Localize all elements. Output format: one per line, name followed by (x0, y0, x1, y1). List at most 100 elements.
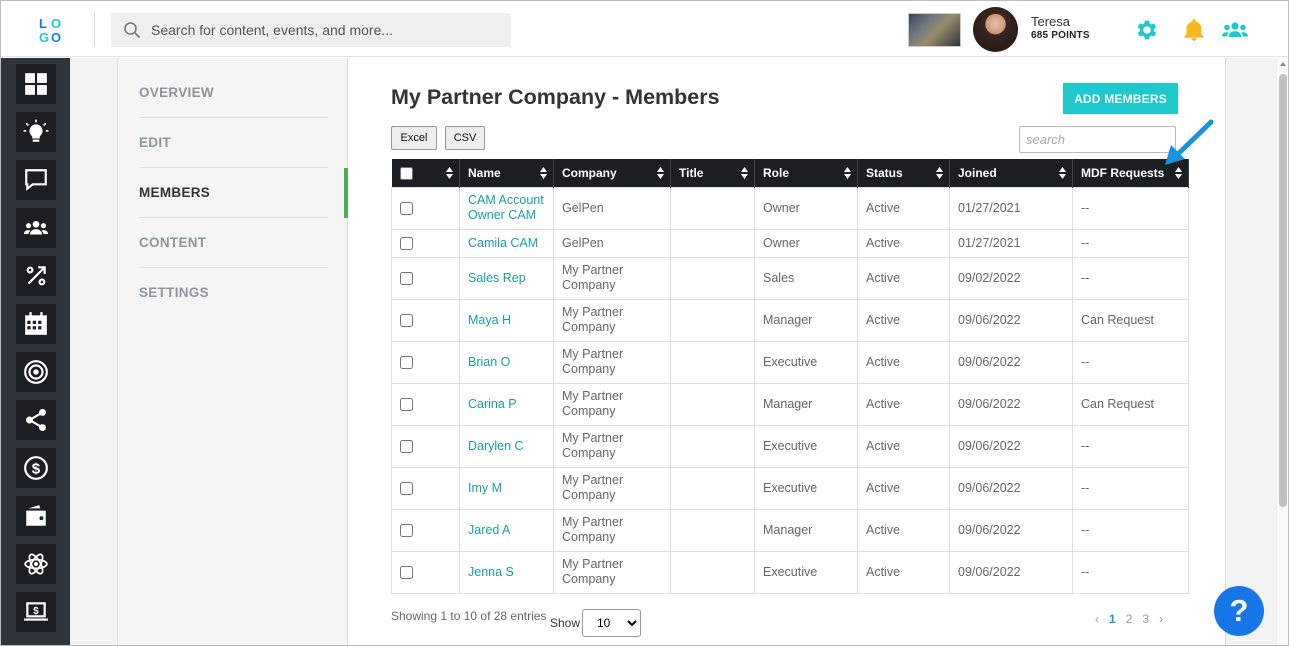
nav-messages[interactable] (16, 160, 56, 200)
subnav-settings[interactable]: SETTINGS (139, 267, 328, 317)
subnav-content[interactable]: CONTENT (139, 218, 328, 268)
row-checkbox[interactable] (400, 481, 413, 495)
sort-icon[interactable] (1175, 167, 1182, 179)
global-search[interactable] (111, 13, 511, 47)
avatar[interactable] (973, 7, 1018, 52)
member-name-link[interactable]: Darylen C (468, 439, 524, 453)
page-size-select[interactable]: 10 (582, 609, 641, 637)
sort-icon[interactable] (446, 167, 453, 179)
sort-icon[interactable] (741, 167, 748, 179)
member-name-link[interactable]: Brian O (468, 355, 510, 369)
cell-cb (391, 298, 460, 342)
member-name-link[interactable]: Carina P (468, 397, 517, 411)
column-company[interactable]: Company (553, 159, 671, 187)
cell-title (670, 256, 755, 300)
user-name[interactable]: Teresa (1031, 14, 1070, 29)
column-status[interactable]: Status (857, 159, 950, 187)
row-checkbox[interactable] (400, 355, 413, 369)
nav-calendar[interactable] (16, 304, 56, 344)
page-3-button[interactable]: 3 (1142, 612, 1149, 626)
export-csv-button[interactable]: CSV (445, 126, 485, 150)
table-row[interactable]: Darylen C My Partner Company Executive Acti… (391, 424, 1189, 468)
nav-partners[interactable] (16, 208, 56, 248)
cell-name: Sales Rep (459, 256, 554, 300)
member-name-link[interactable]: Imy M (468, 481, 502, 495)
table-row[interactable]: Sales Rep My Partner Company Sales Active 09… (391, 256, 1189, 300)
page-2-button[interactable]: 2 (1126, 612, 1133, 626)
users-icon[interactable] (1221, 17, 1249, 43)
subnav-edit[interactable]: EDIT (139, 118, 328, 168)
member-company: My Partner Company (562, 263, 624, 292)
nav-share[interactable] (16, 400, 56, 440)
page-1-button[interactable]: 1 (1109, 612, 1116, 626)
row-checkbox[interactable] (400, 313, 413, 327)
member-name-link[interactable]: Sales Rep (468, 271, 526, 285)
sort-icon[interactable] (540, 167, 547, 179)
lightbulb-icon (23, 119, 49, 142)
nav-integrations[interactable] (16, 544, 56, 584)
bell-icon[interactable] (1181, 17, 1207, 43)
column-name[interactable]: Name (459, 159, 554, 187)
nav-incentives[interactable] (16, 256, 56, 296)
sort-icon[interactable] (657, 167, 664, 179)
sort-icon[interactable] (936, 167, 943, 179)
sort-icon[interactable] (844, 167, 851, 179)
add-members-button[interactable]: ADD MEMBERS (1063, 83, 1178, 114)
row-checkbox[interactable] (400, 236, 413, 250)
column-select[interactable] (391, 159, 460, 187)
nav-goals[interactable] (16, 352, 56, 392)
member-company: GelPen (562, 200, 604, 215)
member-name-link[interactable]: Jared A (468, 523, 510, 537)
table-row[interactable]: Carina P My Partner Company Manager Active 0… (391, 382, 1189, 426)
export-excel-button[interactable]: Excel (391, 126, 437, 150)
table-row[interactable]: Camila CAM GelPen Owner Active 01/27/2021 -- (391, 228, 1189, 258)
scroll-up-arrow[interactable] (1280, 62, 1286, 66)
row-checkbox[interactable] (400, 201, 413, 215)
company-thumbnail[interactable] (908, 13, 961, 47)
sort-icon[interactable] (1059, 167, 1066, 179)
table-row[interactable]: Maya H My Partner Company Manager Active 09/… (391, 298, 1189, 342)
cell-status: Active (857, 340, 950, 384)
cell-role: Manager (754, 382, 858, 426)
table-row[interactable]: Jared A My Partner Company Manager Active 09… (391, 508, 1189, 552)
row-checkbox[interactable] (400, 439, 413, 453)
scrollbar-thumb[interactable] (1279, 74, 1287, 507)
logo[interactable]: L O G O (37, 15, 67, 45)
row-checkbox[interactable] (400, 565, 413, 579)
nav-ideas[interactable] (16, 112, 56, 152)
column-joined[interactable]: Joined (949, 159, 1073, 187)
member-name-link[interactable]: CAM Account Owner CAM (468, 193, 544, 222)
member-name-link[interactable]: Jenna S (468, 565, 514, 579)
help-button[interactable]: ? (1214, 586, 1264, 636)
gear-icon[interactable] (1134, 17, 1160, 43)
subnav-members[interactable]: MEMBERS (139, 168, 328, 218)
row-checkbox[interactable] (400, 271, 413, 285)
column-role[interactable]: Role (754, 159, 858, 187)
select-all-checkbox[interactable] (399, 166, 413, 180)
top-bar: L O G O Teresa 685 POINTS (1, 1, 1288, 57)
nav-dashboard[interactable] (16, 64, 56, 104)
member-role: Owner (763, 235, 800, 250)
cell-role: Executive (754, 340, 858, 384)
row-checkbox[interactable] (400, 397, 413, 411)
search-input[interactable] (151, 22, 491, 38)
member-name-link[interactable]: Maya H (468, 313, 511, 327)
subnav-overview[interactable]: OVERVIEW (139, 68, 328, 118)
nav-wallet[interactable] (16, 496, 56, 536)
active-indicator (344, 168, 348, 218)
row-checkbox[interactable] (400, 523, 413, 537)
nav-deals[interactable]: $ (16, 592, 56, 632)
cell-name: Brian O (459, 340, 554, 384)
table-row[interactable]: CAM Account Owner CAM GelPen Owner Active 01… (391, 186, 1189, 230)
column-title[interactable]: Title (670, 159, 755, 187)
prev-page-button[interactable]: ‹ (1095, 612, 1099, 626)
nav-funds[interactable]: $ (16, 448, 56, 488)
pagination: ‹ 1 2 3 › (1095, 611, 1163, 627)
table-row[interactable]: Imy M My Partner Company Executive Active 09… (391, 466, 1189, 510)
member-name-link[interactable]: Camila CAM (468, 236, 538, 250)
table-row[interactable]: Jenna S My Partner Company Executive Active… (391, 550, 1189, 594)
table-row[interactable]: Brian O My Partner Company Executive Active… (391, 340, 1189, 384)
entries-info: Showing 1 to 10 of 28 entries (391, 609, 547, 623)
next-page-button[interactable]: › (1159, 612, 1163, 626)
table-search-input[interactable] (1019, 126, 1176, 153)
